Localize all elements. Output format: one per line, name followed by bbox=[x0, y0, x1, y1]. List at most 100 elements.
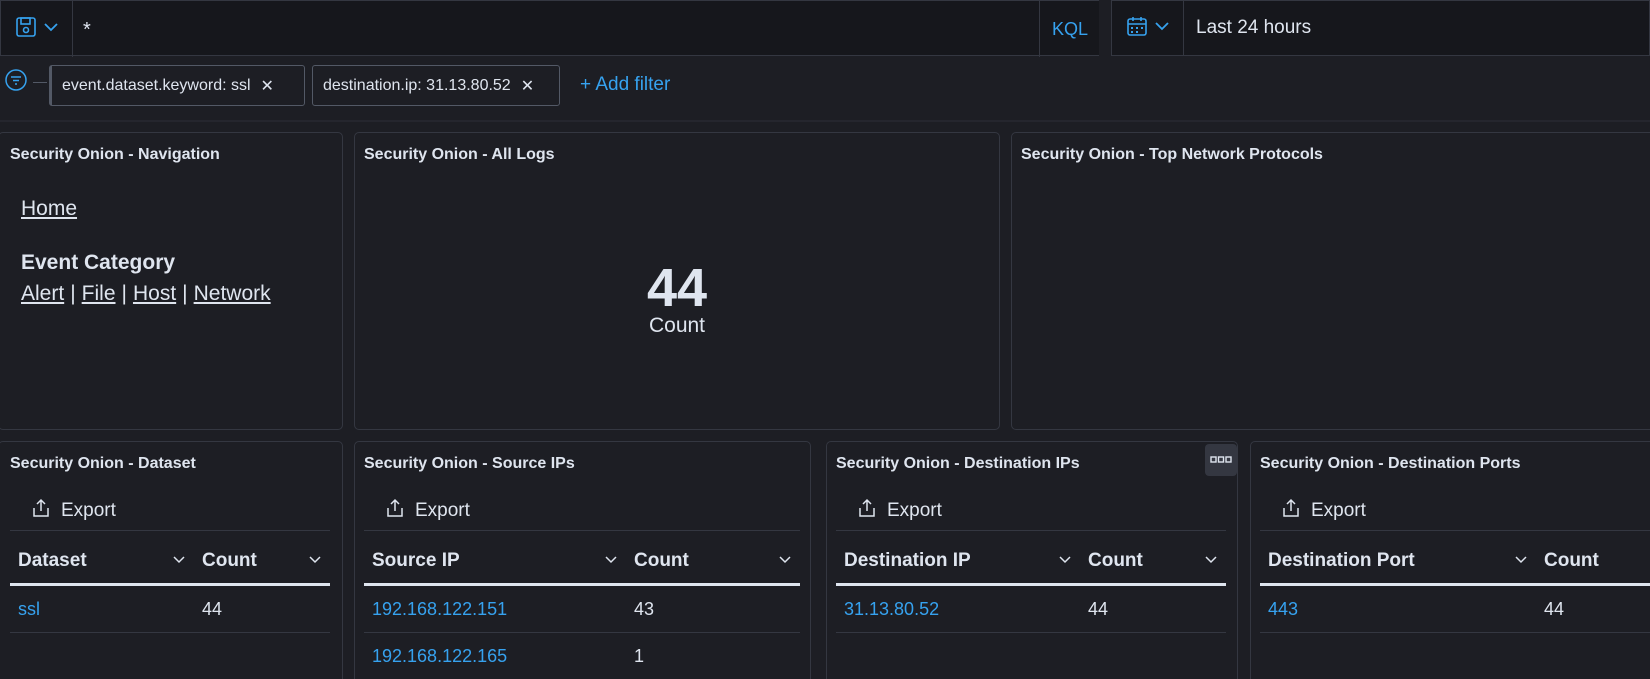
filter-menu-button[interactable] bbox=[2, 68, 30, 96]
panel-title: Security Onion - Dataset bbox=[10, 455, 196, 472]
time-range-display[interactable]: Last 24 hours bbox=[1184, 0, 1650, 56]
home-link[interactable]: Home bbox=[21, 197, 77, 221]
nav-link-network[interactable]: Network bbox=[194, 282, 271, 305]
table-cell-count: 44 bbox=[202, 598, 223, 619]
saved-query-button[interactable] bbox=[1, 1, 73, 57]
panel-title: Security Onion - Source IPs bbox=[364, 455, 575, 472]
divider bbox=[836, 530, 1226, 531]
top-network-protocols-panel: Security Onion - Top Network Protocols bbox=[1011, 132, 1650, 430]
more-icon bbox=[1210, 451, 1232, 469]
panel-title: Security Onion - All Logs bbox=[364, 146, 555, 163]
filter-pill-dataset[interactable]: event.dataset.keyword: ssl ✕ bbox=[49, 65, 305, 106]
filter-bar: event.dataset.keyword: ssl ✕ destination… bbox=[0, 56, 1650, 122]
filter-pill-label: destination.ip: 31.13.80.52 bbox=[323, 76, 511, 94]
export-button[interactable]: Export bbox=[857, 498, 942, 524]
table-cell-count: 44 bbox=[1544, 598, 1565, 619]
nav-link-host[interactable]: Host bbox=[133, 282, 176, 305]
table-cell-destination-ip[interactable]: 31.13.80.52 bbox=[836, 586, 1080, 632]
panel-title: Security Onion - Navigation bbox=[10, 146, 220, 163]
row-divider bbox=[1260, 632, 1650, 633]
date-picker-button[interactable] bbox=[1111, 0, 1184, 56]
export-button[interactable]: Export bbox=[1281, 498, 1366, 524]
dataset-panel: Security Onion - Dataset Export Dataset … bbox=[0, 441, 343, 679]
table-cell-count: 1 bbox=[634, 645, 645, 666]
source-ips-panel: Security Onion - Source IPs Export Sourc… bbox=[354, 441, 811, 679]
panel-title: Security Onion - Top Network Protocols bbox=[1021, 146, 1323, 163]
row-divider bbox=[836, 632, 1226, 633]
filter-connector bbox=[33, 82, 47, 83]
column-header-source-ip[interactable]: Source IP bbox=[364, 539, 626, 583]
save-icon bbox=[15, 16, 37, 43]
close-icon[interactable]: ✕ bbox=[521, 76, 534, 96]
divider bbox=[1260, 530, 1650, 531]
all-logs-panel: Security Onion - All Logs 44 Count bbox=[354, 132, 1000, 430]
export-button[interactable]: Export bbox=[31, 498, 116, 524]
export-label: Export bbox=[61, 500, 116, 521]
column-header-label: Count bbox=[1544, 550, 1599, 571]
column-header-label: Count bbox=[1088, 550, 1143, 571]
panel-options-button[interactable] bbox=[1205, 444, 1237, 476]
separator: | bbox=[70, 282, 76, 305]
divider bbox=[364, 530, 800, 531]
export-label: Export bbox=[887, 500, 942, 521]
table-cell-count: 44 bbox=[1088, 598, 1109, 619]
column-header-label: Count bbox=[202, 550, 257, 571]
panel-title: Security Onion - Destination IPs bbox=[836, 455, 1080, 472]
navigation-panel: Security Onion - Navigation Home Event C… bbox=[0, 132, 343, 430]
separator: | bbox=[182, 282, 188, 305]
filter-icon bbox=[4, 68, 28, 97]
filter-pill-label: event.dataset.keyword: ssl bbox=[62, 76, 251, 94]
table-cell-dataset[interactable]: ssl bbox=[10, 586, 194, 632]
panel-title: Security Onion - Destination Ports bbox=[1260, 455, 1521, 472]
add-filter-button[interactable]: + Add filter bbox=[580, 74, 670, 96]
metric-label: Count bbox=[648, 314, 706, 337]
column-header-count[interactable]: Count bbox=[194, 539, 330, 583]
event-category-heading: Event Category bbox=[21, 251, 176, 274]
destination-ports-panel: Security Onion - Destination Ports Expor… bbox=[1250, 441, 1650, 679]
chevron-down-icon bbox=[43, 19, 59, 40]
row-divider bbox=[10, 632, 330, 633]
column-header-label: Source IP bbox=[372, 550, 460, 571]
kql-language-button[interactable]: KQL bbox=[1039, 1, 1100, 57]
export-label: Export bbox=[415, 500, 470, 521]
column-header-destination-ip[interactable]: Destination IP bbox=[836, 539, 1080, 583]
table-cell-count: 43 bbox=[634, 598, 655, 619]
column-header-count[interactable]: Count bbox=[1080, 539, 1226, 583]
export-icon bbox=[1281, 498, 1301, 524]
export-button[interactable]: Export bbox=[385, 498, 470, 524]
chevron-down-icon bbox=[1514, 550, 1528, 572]
nav-link-alert[interactable]: Alert bbox=[21, 282, 64, 305]
chevron-down-icon bbox=[308, 550, 322, 572]
divider bbox=[10, 530, 330, 531]
nav-link-file[interactable]: File bbox=[82, 282, 116, 305]
export-icon bbox=[385, 498, 405, 524]
close-icon[interactable]: ✕ bbox=[261, 76, 274, 96]
table-cell-source-ip[interactable]: 192.168.122.151 bbox=[364, 586, 626, 632]
filter-pill-destination-ip[interactable]: destination.ip: 31.13.80.52 ✕ bbox=[312, 65, 560, 106]
column-header-count[interactable]: Count bbox=[1536, 539, 1650, 583]
query-input[interactable]: * bbox=[83, 19, 91, 42]
export-label: Export bbox=[1311, 500, 1366, 521]
separator: | bbox=[121, 282, 127, 305]
column-header-label: Destination IP bbox=[844, 550, 971, 571]
export-icon bbox=[31, 498, 51, 524]
chevron-down-icon bbox=[604, 550, 618, 572]
chevron-down-icon bbox=[172, 550, 186, 572]
column-header-count[interactable]: Count bbox=[626, 539, 800, 583]
query-bar: * KQL Last 24 hours bbox=[0, 0, 1650, 57]
table-cell-destination-port[interactable]: 443 bbox=[1260, 586, 1536, 632]
query-input-box[interactable]: * KQL bbox=[0, 0, 1100, 57]
calendar-icon bbox=[1126, 15, 1148, 42]
column-header-label: Destination Port bbox=[1268, 550, 1415, 571]
column-header-dataset[interactable]: Dataset bbox=[10, 539, 194, 583]
table-cell-source-ip[interactable]: 192.168.122.165 bbox=[364, 633, 626, 679]
column-header-label: Dataset bbox=[18, 550, 87, 571]
column-header-label: Count bbox=[634, 550, 689, 571]
export-icon bbox=[857, 498, 877, 524]
chevron-down-icon bbox=[778, 550, 792, 572]
column-header-destination-port[interactable]: Destination Port bbox=[1260, 539, 1536, 583]
chevron-down-icon bbox=[1204, 550, 1218, 572]
metric-value: 44 bbox=[646, 258, 708, 318]
destination-ips-panel: Security Onion - Destination IPs Export … bbox=[826, 441, 1238, 679]
chevron-down-icon bbox=[1058, 550, 1072, 572]
